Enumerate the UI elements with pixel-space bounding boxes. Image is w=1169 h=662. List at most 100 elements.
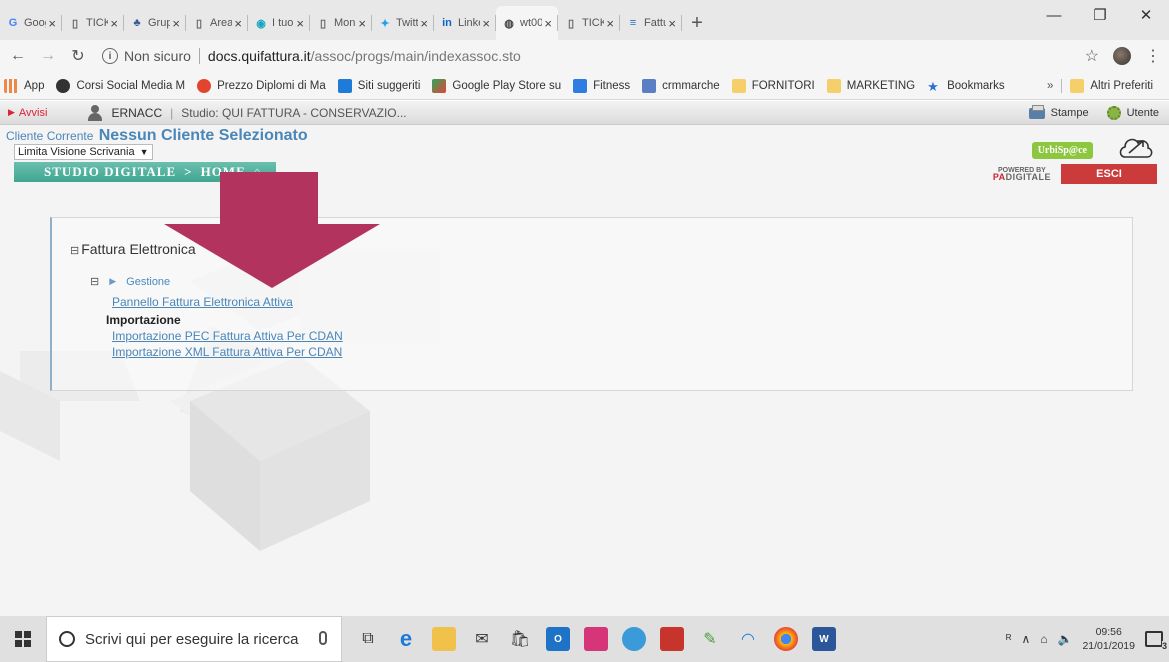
user-icon: [87, 104, 103, 121]
avvisi-link[interactable]: ▶ Avvisi: [8, 107, 47, 119]
close-tab-icon[interactable]: ×: [296, 16, 304, 31]
browser-tab-label: Twitte: [396, 17, 419, 29]
close-tab-icon[interactable]: ×: [668, 16, 676, 31]
app-paint-icon[interactable]: ✎: [698, 627, 722, 651]
close-tab-icon[interactable]: ×: [110, 16, 118, 31]
importazione-xml-link[interactable]: Importazione XML Fattura Attiva Per CDAN: [112, 345, 342, 359]
outlook-icon[interactable]: O: [546, 627, 570, 651]
profile-avatar[interactable]: [1113, 47, 1131, 65]
bookmark-apps-grid[interactable]: App: [4, 78, 44, 93]
browser-tab-label: I tuoi: [272, 17, 295, 29]
edge-icon[interactable]: e: [394, 626, 418, 651]
logout-button[interactable]: ESCI: [1061, 164, 1157, 184]
close-tab-icon[interactable]: ×: [48, 16, 56, 31]
limita-visione-dropdown[interactable]: Limita Visione Scrivania ▼: [14, 144, 153, 160]
browser-tab-label: Grupp: [148, 17, 171, 29]
volume-icon[interactable]: 🔈: [1057, 632, 1072, 646]
url-divider: [198, 48, 200, 64]
taskbar-apps: ⧉ e ✉ 🛍 O ✎ ◠ W: [356, 626, 836, 651]
people-icon[interactable]: ᴿ: [1006, 632, 1011, 646]
close-tab-icon[interactable]: ×: [172, 16, 180, 31]
network-icon[interactable]: ⌂: [1040, 632, 1047, 646]
bookmark-cross[interactable]: Fitness: [573, 78, 630, 93]
start-button[interactable]: [0, 616, 46, 662]
close-tab-icon[interactable]: ×: [358, 16, 366, 31]
minimize-button[interactable]: —: [1031, 0, 1077, 30]
close-tab-icon[interactable]: ×: [420, 16, 428, 31]
back-button[interactable]: ←: [6, 47, 30, 65]
user-name: ERNACC: [111, 105, 163, 120]
browser-menu-icon[interactable]: ⋮: [1145, 46, 1161, 66]
notification-icon[interactable]: 3: [1145, 631, 1167, 651]
bookmark-play-store[interactable]: Google Play Store su: [432, 78, 562, 93]
browser-tab[interactable]: ◍ wt000×: [496, 6, 558, 40]
browser-tab[interactable]: ◉ I tuoi ×: [248, 6, 310, 40]
bookmark-folder[interactable]: MARKETING: [826, 78, 915, 93]
browser-tab[interactable]: ▯ Monit×: [310, 6, 372, 40]
close-tab-icon[interactable]: ×: [234, 16, 242, 31]
collapse-box-icon[interactable]: ⊟: [90, 275, 99, 288]
browser-tab[interactable]: ✦ Twitte×: [372, 6, 434, 40]
cortana-icon: [59, 631, 75, 647]
app-round-icon[interactable]: [622, 627, 646, 651]
bookmark-play-box[interactable]: Siti suggeriti: [337, 78, 420, 93]
cloud-arrow-icon[interactable]: [1117, 133, 1155, 161]
other-bookmarks-label: Altri Preferiti: [1090, 80, 1153, 92]
restore-button[interactable]: ❐: [1077, 0, 1123, 30]
browser-tab[interactable]: ♣ Grupp×: [124, 6, 186, 40]
bookmarks-overflow-button[interactable]: »: [1047, 80, 1053, 92]
app-pink-icon[interactable]: [584, 627, 608, 651]
task-view-icon[interactable]: ⧉: [356, 627, 380, 651]
search-placeholder: Scrivi qui per eseguire la ricerca: [85, 630, 299, 648]
close-window-button[interactable]: ✕: [1123, 0, 1169, 30]
browser-tab[interactable]: ≡ Fattur×: [620, 6, 682, 40]
chrome-icon[interactable]: [774, 627, 798, 651]
bookmark-wp[interactable]: crmmarche: [642, 78, 720, 93]
bookmark-star-icon[interactable]: ☆: [1085, 46, 1099, 66]
doc-favicon-icon: ▯: [319, 17, 327, 30]
app-red-icon[interactable]: [660, 627, 684, 651]
clock[interactable]: 09:56 21/01/2019: [1082, 625, 1135, 653]
stampe-button[interactable]: Stampe: [1028, 104, 1089, 119]
forward-button[interactable]: →: [36, 47, 60, 65]
reload-button[interactable]: ↻: [66, 46, 90, 66]
new-tab-button[interactable]: +: [682, 6, 712, 40]
clock-date: 21/01/2019: [1082, 640, 1135, 652]
taskbar-search[interactable]: Scrivi qui per eseguire la ricerca: [46, 616, 342, 662]
folder-icon: [1070, 79, 1085, 93]
wp-icon: [642, 78, 657, 93]
chevron-up-icon[interactable]: ∧: [1021, 632, 1030, 646]
wifi-app-icon[interactable]: ◠: [736, 627, 760, 651]
utente-button[interactable]: Utente: [1106, 106, 1159, 120]
info-icon[interactable]: i: [102, 48, 118, 64]
breadcrumb-section[interactable]: STUDIO DIGITALE: [44, 164, 176, 180]
pannello-fattura-link[interactable]: Pannello Fattura Elettronica Attiva: [112, 295, 293, 309]
mail-icon[interactable]: ✉: [470, 627, 494, 651]
bookmark-folder[interactable]: FORNITORI: [731, 78, 815, 93]
browser-tab[interactable]: G Goog×: [0, 6, 62, 40]
browser-tab-label: Area: [210, 17, 233, 29]
word-icon[interactable]: W: [812, 627, 836, 651]
url-field[interactable]: i Non sicuro docs.quifattura.it/assoc/pr…: [102, 42, 521, 70]
collapse-box-icon[interactable]: ⊟: [70, 245, 79, 257]
bookmark-label: Google Play Store su: [452, 79, 562, 92]
browser-tab[interactable]: ▯ TICKE×: [62, 6, 124, 40]
other-bookmarks-folder[interactable]: Altri Preferiti: [1070, 79, 1153, 93]
browser-tab-label: Monit: [334, 17, 356, 29]
close-tab-icon[interactable]: ×: [482, 16, 490, 31]
bookmark-swirl[interactable]: Prezzo Diplomi di Ma: [197, 78, 326, 93]
file-explorer-icon[interactable]: [432, 627, 456, 651]
bookmark-hat[interactable]: Corsi Social Media M: [56, 78, 185, 93]
browser-tab[interactable]: ▯ Area ×: [186, 6, 248, 40]
close-tab-icon[interactable]: ×: [544, 16, 552, 31]
bookmark-star[interactable]: ★ Bookmarks: [927, 79, 1005, 94]
tree-node-gestione[interactable]: ⊟ ▶ Gestione: [90, 275, 170, 289]
store-icon[interactable]: 🛍: [508, 627, 532, 651]
close-tab-icon[interactable]: ×: [606, 16, 614, 31]
microphone-icon[interactable]: [319, 631, 327, 645]
browser-tab[interactable]: ▯ TICKE×: [558, 6, 620, 40]
stampe-label: Stampe: [1050, 107, 1089, 119]
browser-tab[interactable]: in Linked×: [434, 6, 496, 40]
urbispace-logo[interactable]: UrbiSp@ce: [1031, 142, 1093, 159]
importazione-pec-link[interactable]: Importazione PEC Fattura Attiva Per CDAN: [112, 329, 343, 343]
